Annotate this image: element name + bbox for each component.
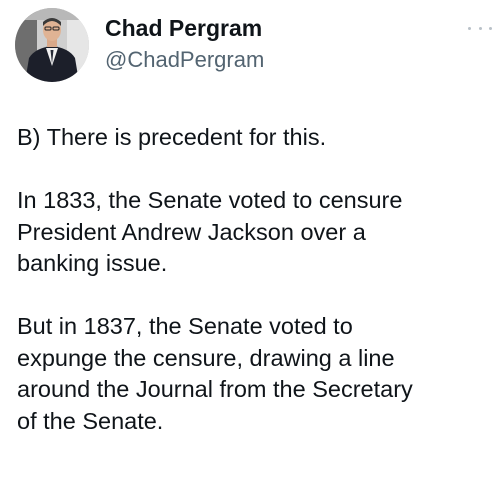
author-handle[interactable]: @ChadPergram (105, 46, 264, 74)
more-dot (478, 26, 482, 30)
more-dot (489, 26, 492, 30)
tweet-line: B) There is precedent for this. (17, 124, 327, 150)
tweet-line: banking issue. (17, 250, 168, 276)
tweet-line: around the Journal from the Secretary (17, 376, 413, 402)
tweet-line: But in 1837, the Senate voted to (17, 313, 353, 339)
tweet-line: President Andrew Jackson over a (17, 218, 366, 245)
tweet-line: of the Senate. (17, 407, 164, 434)
profile-photo-icon (15, 8, 89, 82)
tweet-line: expunge the censure, drawing a line (17, 344, 395, 371)
more-options-icon[interactable] (468, 22, 492, 34)
tweet-line: In 1833, the Senate voted to censure (17, 187, 403, 213)
tweet-card: Chad Pergram @ChadPergram B) There is pr… (0, 0, 500, 493)
author-display-name[interactable]: Chad Pergram (105, 14, 262, 42)
tweet-text: B) There is precedent for this. In 1833,… (17, 122, 492, 437)
author-avatar[interactable] (15, 8, 89, 82)
more-dot (468, 26, 471, 30)
